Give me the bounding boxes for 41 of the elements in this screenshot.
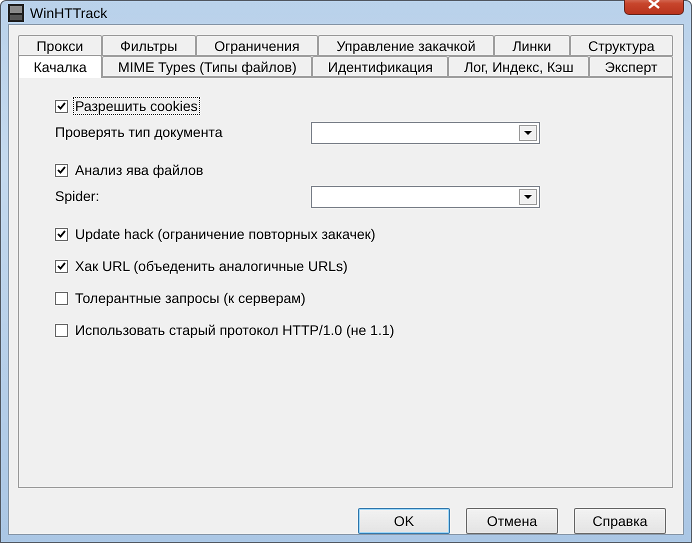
tab[interactable]: Лог, Индекс, Кэш [448,56,590,77]
tab[interactable]: Идентификация [312,56,448,77]
checkbox[interactable] [55,292,68,304]
tab[interactable]: Структура [570,35,674,56]
tab[interactable]: Линки [494,35,570,56]
dropdown-button[interactable] [519,125,537,141]
checkbox-label[interactable]: Update hack (ограничение повторных закачек) [74,226,376,242]
field-label: Проверять тип документа [55,124,224,140]
check-icon [57,166,66,174]
caret-icon [524,195,532,199]
checkbox-label[interactable]: Хак URL (объеденить аналогичные URLs) [74,258,349,274]
check-icon [57,102,66,110]
tab[interactable]: Ограничения [196,35,318,56]
checkbox[interactable] [55,260,68,272]
checkbox[interactable] [55,228,68,240]
dropdown-field[interactable] [311,122,540,144]
tab[interactable]: MIME Types (Типы файлов) [102,56,312,77]
dialog-button[interactable]: Справка [574,508,666,534]
checkbox[interactable] [55,100,68,112]
close-icon [648,0,660,8]
checkbox-label[interactable]: Анализ ява файлов [74,162,204,178]
check-icon [57,230,66,238]
checkbox[interactable] [55,164,68,176]
checkbox-label[interactable]: Толерантные запросы (к серверам) [74,290,307,306]
dropdown-field[interactable] [311,186,540,208]
tab[interactable]: Управление закачкой [318,35,494,56]
checkbox-label[interactable]: Разрешить cookies [74,98,199,114]
tab[interactable]: Эксперт [589,56,673,77]
check-icon [57,262,66,270]
tab[interactable]: Прокси [18,35,102,56]
window-title: WinHTTrack [30,4,108,20]
dialog-button[interactable]: Отмена [466,508,558,534]
checkbox-label[interactable]: Использовать старый протокол HTTP/1.0 (не 1.1) [74,322,396,338]
tab[interactable]: Качалка [18,55,102,78]
dropdown-button[interactable] [519,189,537,205]
caret-icon [524,131,532,135]
checkbox[interactable] [55,324,68,336]
field-label: Spider: [55,188,100,204]
app-icon [8,4,24,22]
tab[interactable]: Фильтры [102,35,196,56]
dialog-button[interactable]: OK [358,508,450,534]
